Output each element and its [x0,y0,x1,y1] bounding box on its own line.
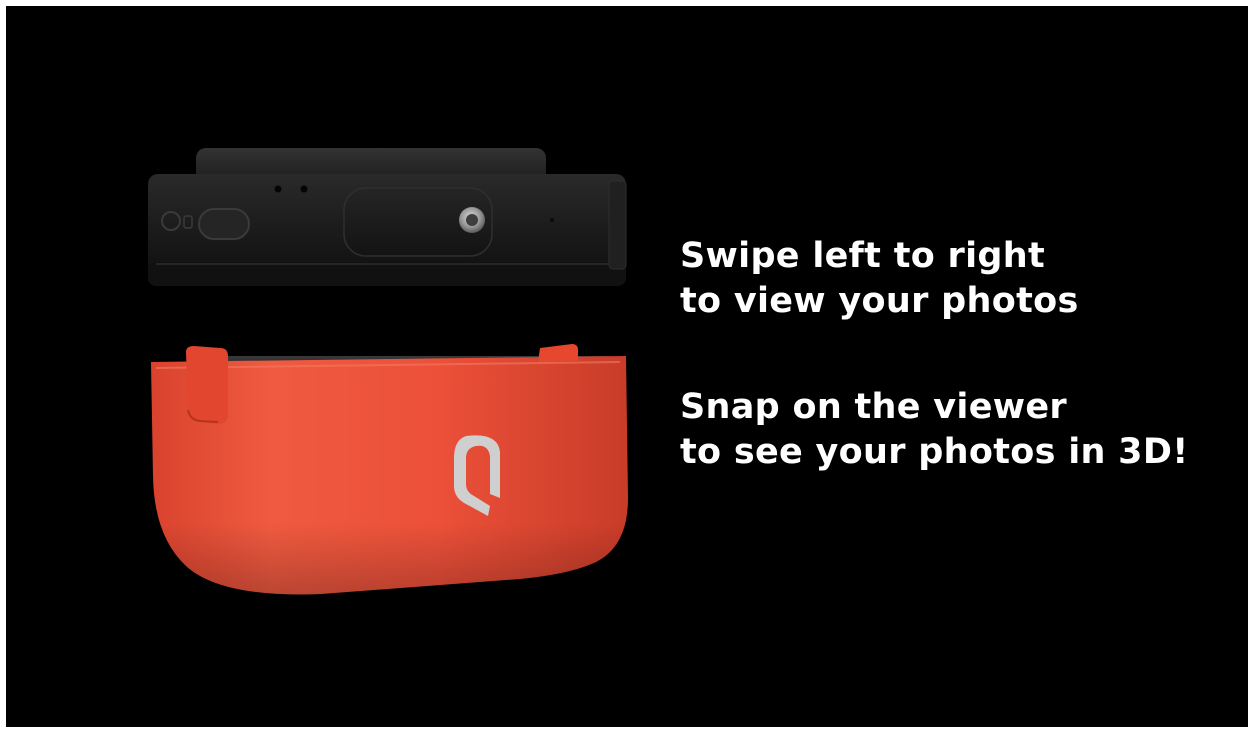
caption-line: to view your photos [680,281,1079,321]
video-frame: Swipe left to right to view your photos … [6,6,1248,727]
caption-line: to see your photos in 3D! [680,432,1189,472]
camera-body [148,148,627,286]
viewer-case [151,344,628,595]
caption-line: Swipe left to right [680,236,1046,276]
caption-snap: Snap on the viewer to see your photos in… [680,385,1188,475]
product-photo [148,148,628,595]
caption-line: Snap on the viewer [680,387,1067,427]
caption-swipe: Swipe left to right to view your photos [680,234,1079,324]
